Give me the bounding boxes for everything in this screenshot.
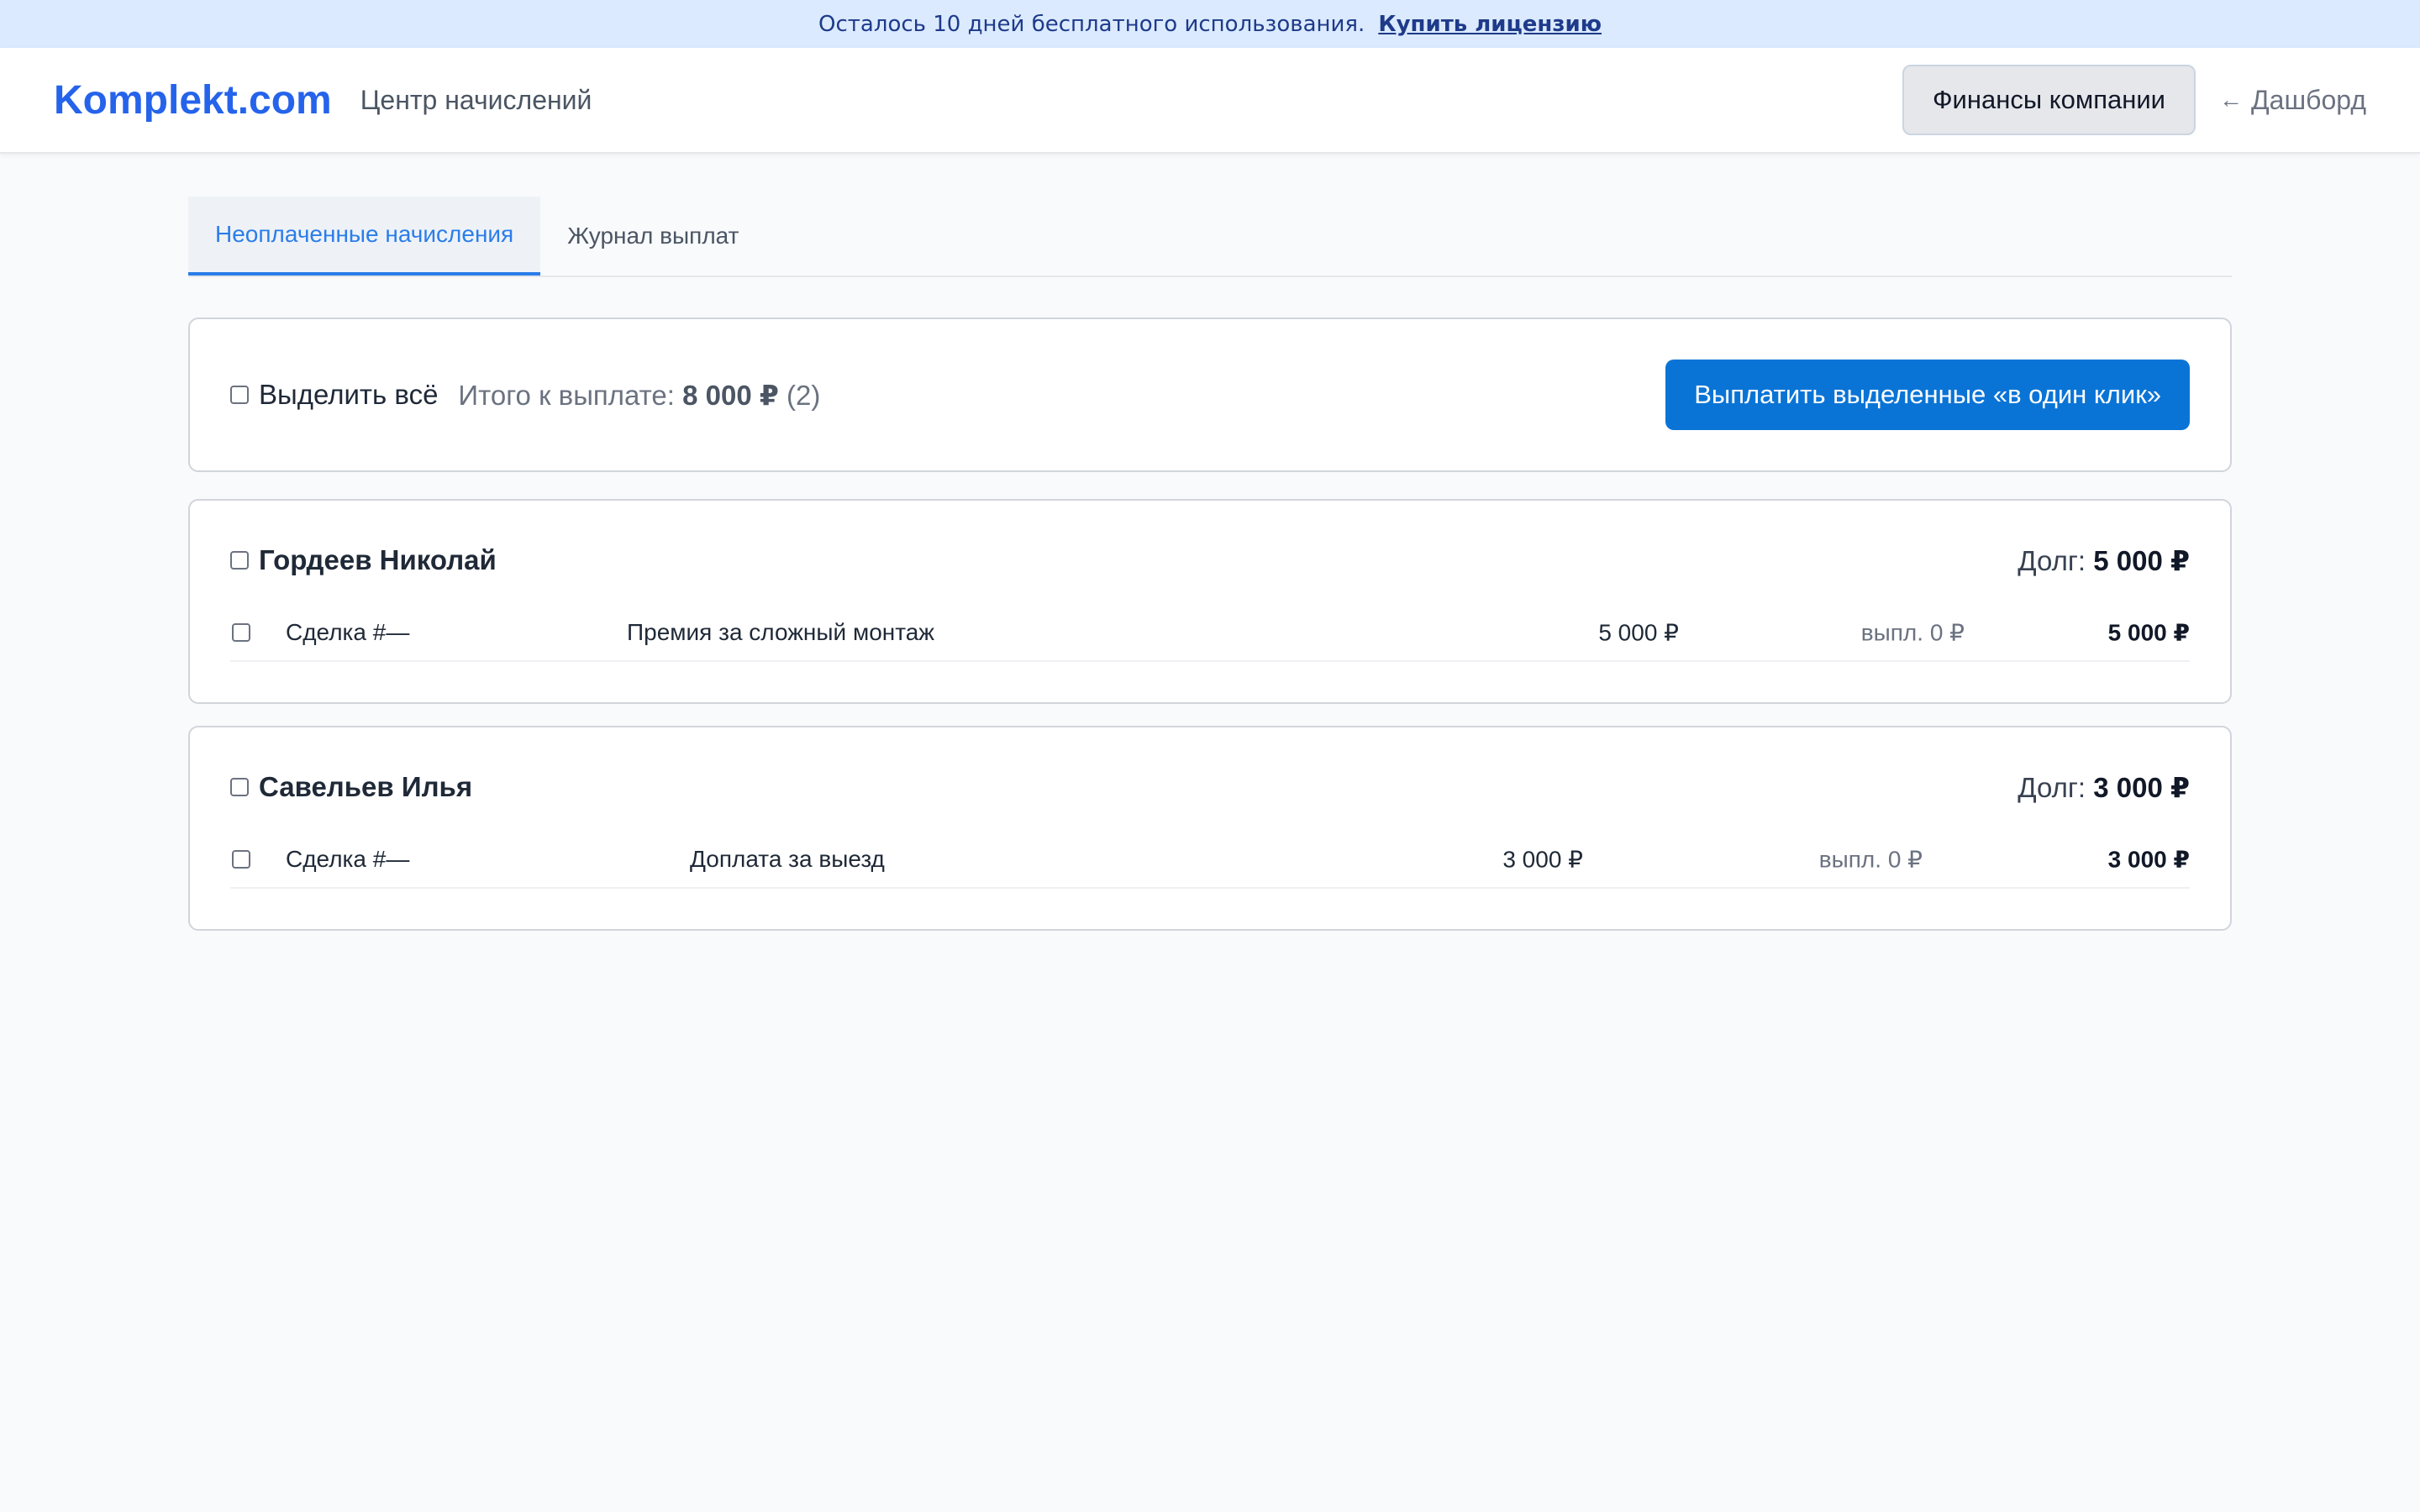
employee-name: Савельев Илья [259,771,473,802]
employee-header: Гордеев Николай Долг: 5 000 ₽ [230,541,2190,580]
top-header: Komplekt.com Центр начислений Финансы ко… [0,48,2420,154]
employee-debt: Долг: 5 000 ₽ [2018,544,2190,577]
main-content: Неоплаченные начисления Журнал выплат Вы… [188,197,2232,931]
employee-checkbox[interactable] [230,778,249,796]
total-label: Итого к выплате: [458,379,675,411]
debt-amount: 3 000 ₽ [2093,771,2190,803]
tab-payment-log[interactable]: Журнал выплат [540,197,765,276]
remaining-amount: 5 000 ₽ [2107,619,2190,646]
accrual-description: Премия за сложный монтаж [627,619,935,645]
accrual-checkbox[interactable] [232,623,250,642]
debt-label: Долг: [2018,544,2086,576]
debt-label: Долг: [2018,771,2086,803]
employee-name: Гордеев Николай [259,544,497,575]
select-all-checkbox[interactable] [230,386,249,404]
pay-selected-button[interactable]: Выплатить выделенные «в один клик» [1665,360,2190,430]
remaining-amount: 3 000 ₽ [2107,846,2190,873]
accrual-checkbox[interactable] [232,850,250,869]
trial-banner-text: Осталось 10 дней бесплатного использован… [818,11,1365,37]
dashboard-back-link[interactable]: ← Дашборд [2219,85,2366,116]
accrual-row: Сделка #— Премия за сложный монтаж 5 000… [230,605,2190,662]
page-subtitle: Центр начислений [360,84,592,115]
back-arrow-icon: ← [2219,87,2243,113]
paid-amount: выпл. 0 ₽ [1860,619,1965,646]
select-all-label[interactable]: Выделить всё [259,379,438,411]
deal-number: Сделка #— [286,846,410,872]
accrual-amount: 5 000 ₽ [1598,619,1679,646]
employee-header: Савельев Илья Долг: 3 000 ₽ [230,768,2190,806]
accrual-description: Доплата за выезд [690,846,885,872]
employee-checkbox[interactable] [230,551,249,570]
accrual-amount: 3 000 ₽ [1502,846,1583,873]
bulk-actions-panel: Выделить всё Итого к выплате: 8 000 ₽ (2… [188,318,2232,472]
dashboard-link-label: Дашборд [2251,84,2366,115]
employee-card: Гордеев Николай Долг: 5 000 ₽ Сделка #— … [188,499,2232,704]
total-count: (2) [786,379,821,411]
buy-license-link[interactable]: Купить лицензию [1378,12,1602,37]
total-amount: 8 000 ₽ [682,379,779,411]
logo[interactable]: Komplekt.com [54,77,332,123]
tab-unpaid-accruals[interactable]: Неоплаченные начисления [188,197,541,276]
total-summary: Итого к выплате: 8 000 ₽ (2) [458,379,820,412]
employee-card: Савельев Илья Долг: 3 000 ₽ Сделка #— До… [188,726,2232,931]
debt-amount: 5 000 ₽ [2093,544,2190,576]
tabs: Неоплаченные начисления Журнал выплат [188,197,2232,277]
trial-banner: Осталось 10 дней бесплатного использован… [0,0,2420,48]
employee-debt: Долг: 3 000 ₽ [2018,771,2190,804]
accrual-row: Сделка #— Доплата за выезд 3 000 ₽ выпл.… [230,832,2190,889]
company-finance-button[interactable]: Финансы компании [1902,65,2196,135]
deal-number: Сделка #— [286,619,410,645]
paid-amount: выпл. 0 ₽ [1818,846,1923,873]
